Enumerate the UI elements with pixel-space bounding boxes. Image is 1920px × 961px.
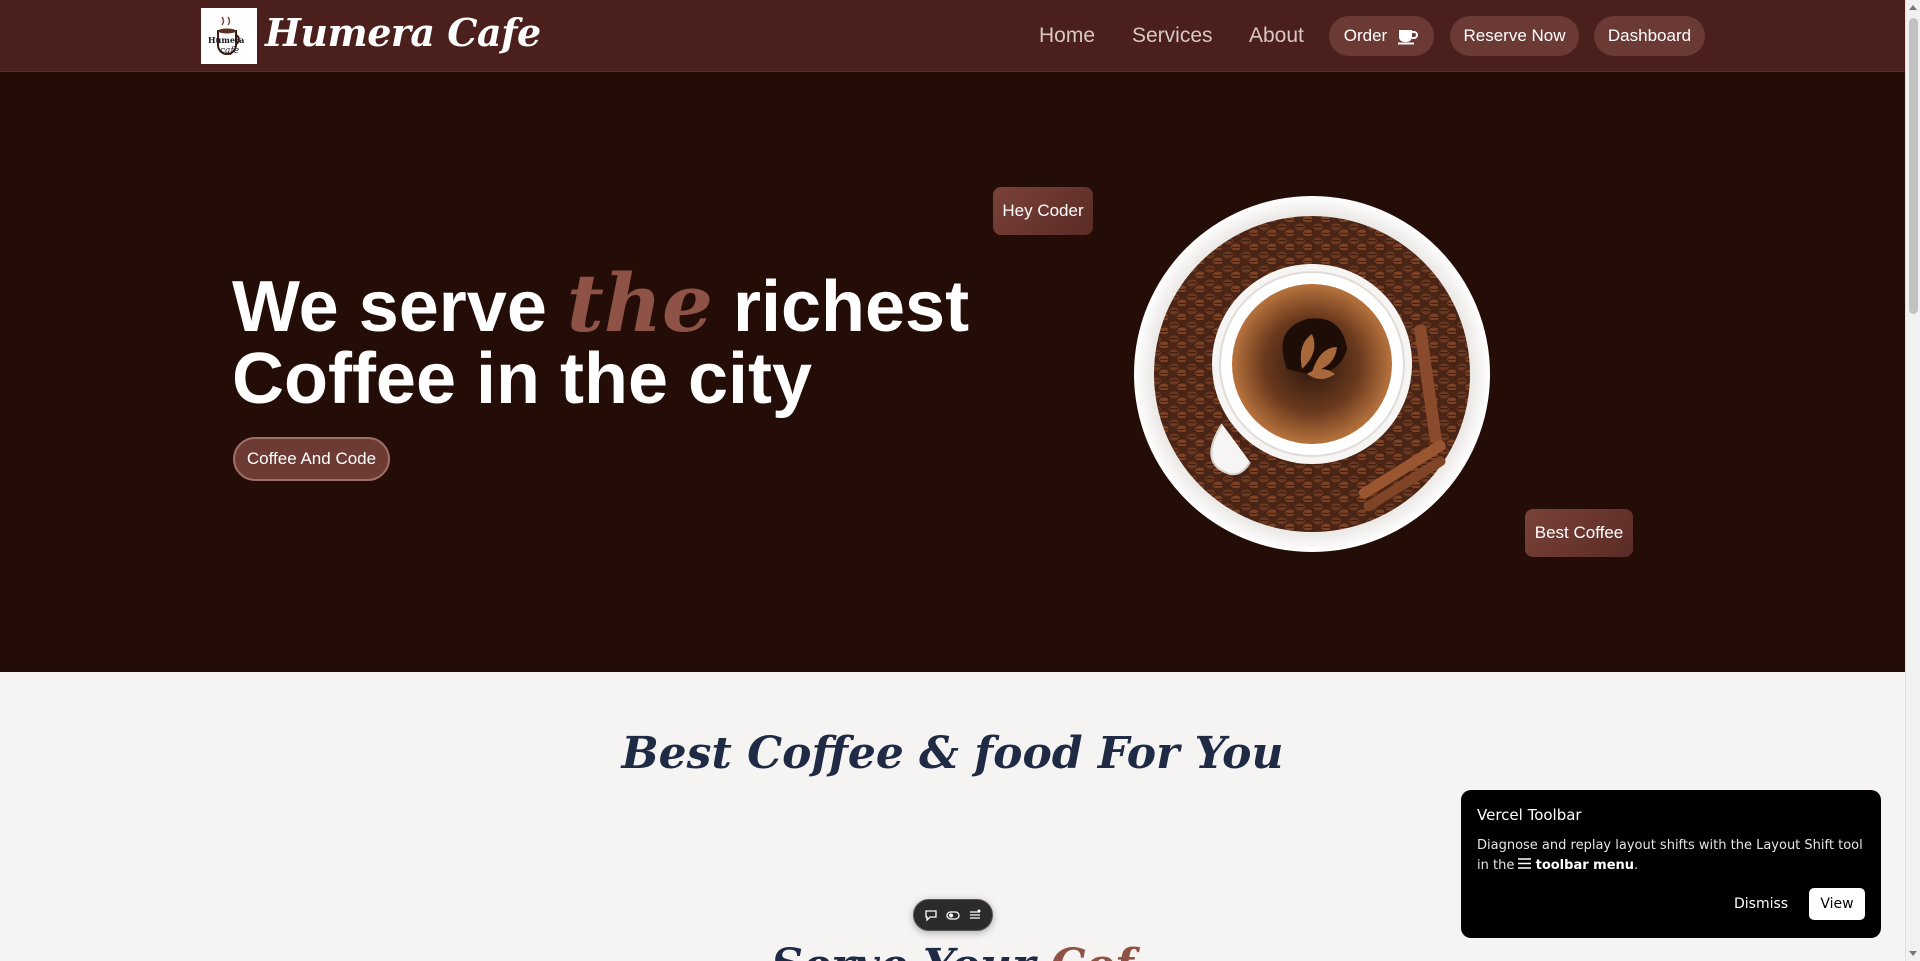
next-section-title-accent: Cof xyxy=(1050,940,1133,961)
next-section-title: Serve Your Cof xyxy=(0,940,1905,961)
scroll-up-icon[interactable] xyxy=(1909,5,1917,10)
scrollbar-thumb[interactable] xyxy=(1909,18,1918,314)
menu-icon[interactable] xyxy=(968,908,982,922)
view-button[interactable]: View xyxy=(1809,888,1865,920)
scroll-down-icon[interactable] xyxy=(1909,951,1917,956)
nav-about[interactable]: About xyxy=(1249,24,1304,48)
hero-heading-part2: richest xyxy=(732,267,970,347)
navbar: Humera cafe Humera Cafe Home Services Ab… xyxy=(0,0,1905,72)
next-section-title-part1: Serve Your xyxy=(771,940,1035,961)
hero-heading: We serve the richest Coffee in the city xyxy=(232,263,970,415)
coffee-cup-illustration xyxy=(1134,196,1490,552)
coffee-and-code-button[interactable]: Coffee And Code xyxy=(233,437,390,481)
hamburger-icon xyxy=(1518,858,1532,869)
nav-home[interactable]: Home xyxy=(1039,24,1095,48)
section-title: Best Coffee & food For You xyxy=(621,728,1284,779)
nav-services[interactable]: Services xyxy=(1132,24,1213,48)
coffee-cup-icon xyxy=(1398,30,1419,45)
vercel-toolbar-popup: Vercel Toolbar Diagnose and replay layou… xyxy=(1461,790,1881,938)
vercel-popup-title: Vercel Toolbar xyxy=(1477,806,1582,824)
reserve-now-button[interactable]: Reserve Now xyxy=(1450,16,1579,56)
vercel-popup-text: Diagnose and replay layout shifts with t… xyxy=(1477,836,1865,876)
dismiss-button[interactable]: Dismiss xyxy=(1734,896,1788,912)
logo-cup-icon: Humera cafe xyxy=(204,11,254,61)
hero-heading-accent: the xyxy=(566,256,713,350)
comment-icon[interactable] xyxy=(924,908,938,922)
vercel-text-bold: toolbar menu xyxy=(1535,858,1635,873)
page-scrollbar[interactable] xyxy=(1905,0,1920,961)
toggle-icon[interactable] xyxy=(946,908,960,922)
vercel-mini-toolbar[interactable] xyxy=(913,899,993,931)
logo[interactable]: Humera cafe xyxy=(201,8,257,64)
svg-text:cafe: cafe xyxy=(220,46,239,56)
brand-name[interactable]: Humera Cafe xyxy=(265,10,541,55)
dashboard-button[interactable]: Dashboard xyxy=(1594,16,1705,56)
hey-coder-tag: Hey Coder xyxy=(993,187,1093,235)
hero-heading-part1: We serve xyxy=(232,267,547,347)
best-coffee-tag: Best Coffee xyxy=(1525,509,1633,557)
svg-text:Humera: Humera xyxy=(208,35,244,45)
vercel-text-after: . xyxy=(1634,858,1639,873)
order-button[interactable]: Order xyxy=(1329,16,1434,56)
hero-section: We serve the richest Coffee in the city … xyxy=(0,72,1905,672)
hero-heading-line2: Coffee in the city xyxy=(232,339,813,419)
order-label: Order xyxy=(1343,26,1388,45)
